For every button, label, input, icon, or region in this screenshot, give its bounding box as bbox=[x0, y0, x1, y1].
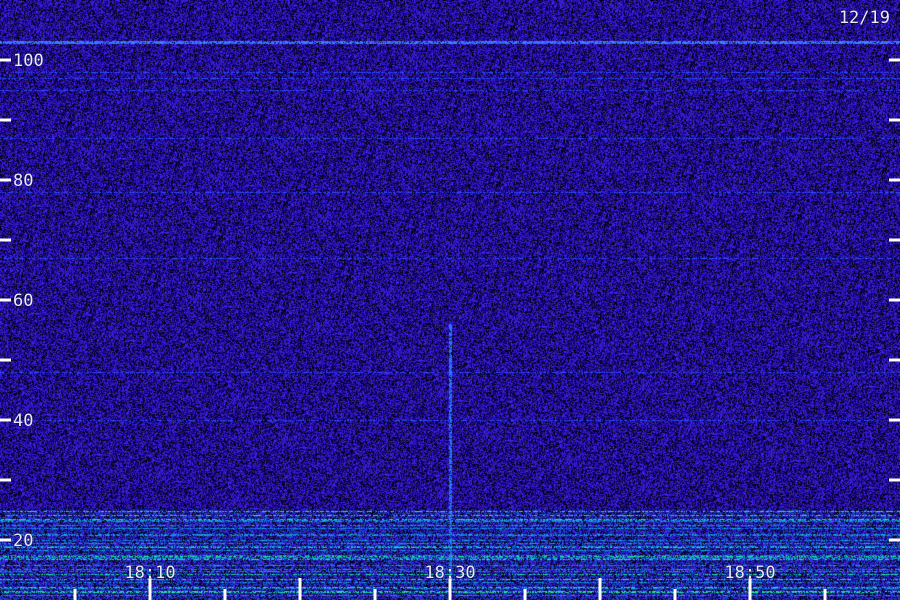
x-tick-label: 18:50 bbox=[724, 563, 775, 583]
spectrogram-chart: 12/19 20 40 60 80 100 18:10 18:30 18:50 bbox=[0, 0, 900, 600]
y-tick-label: 40 bbox=[13, 411, 33, 431]
x-axis-ticks: 18:10 18:30 18:50 bbox=[73, 563, 827, 600]
y-tick-label: 60 bbox=[13, 291, 33, 311]
y-axis-ticks: 20 40 60 80 100 bbox=[0, 51, 900, 551]
x-tick-label: 18:30 bbox=[424, 563, 475, 583]
axis-overlay: 12/19 20 40 60 80 100 18:10 18:30 18:50 bbox=[0, 8, 900, 600]
x-tick-label: 18:10 bbox=[124, 563, 175, 583]
date-label: 12/19 bbox=[839, 8, 890, 28]
y-tick-label: 100 bbox=[13, 51, 44, 71]
y-tick-label: 20 bbox=[13, 531, 33, 551]
y-tick-label: 80 bbox=[13, 171, 33, 191]
